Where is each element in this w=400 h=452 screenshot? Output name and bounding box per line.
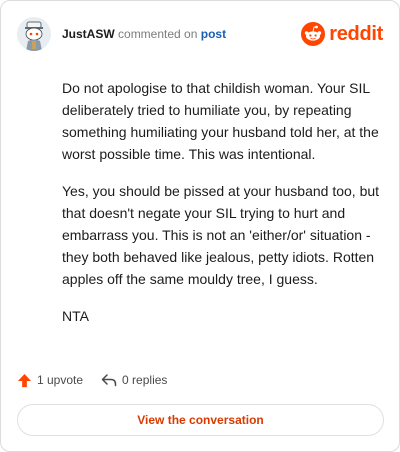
upvote-count: 1 upvote (37, 373, 84, 387)
comment-body: Do not apologise to that childish woman.… (62, 77, 382, 342)
comment-card: JustASW commented on post reddit Do not … (0, 0, 400, 452)
replies-stat[interactable]: 0 replies (101, 373, 167, 387)
upvote-arrow-icon (17, 373, 32, 387)
replies-count: 0 replies (122, 373, 168, 387)
username-link[interactable]: JustASW (62, 27, 115, 41)
reddit-wordmark: reddit (329, 22, 383, 45)
comment-footer: 1 upvote 0 replies (17, 370, 185, 390)
snoo-avatar-icon[interactable] (17, 17, 51, 51)
comment-paragraph: Do not apologise to that childish woman.… (62, 80, 379, 162)
comment-header: JustASW commented on post reddit (17, 17, 383, 51)
byline: JustASW commented on post (62, 27, 226, 41)
view-conversation-button[interactable]: View the conversation (17, 404, 384, 436)
reply-arrow-icon (101, 374, 117, 387)
upvote-stat[interactable]: 1 upvote (17, 373, 83, 388)
reddit-logo[interactable]: reddit (301, 21, 383, 47)
comment-paragraph: NTA (62, 308, 89, 324)
comment-paragraph: Yes, you should be pissed at your husban… (62, 183, 380, 287)
action-text: commented on (118, 27, 198, 41)
reddit-logo-icon (301, 22, 326, 46)
post-link[interactable]: post (201, 27, 226, 41)
